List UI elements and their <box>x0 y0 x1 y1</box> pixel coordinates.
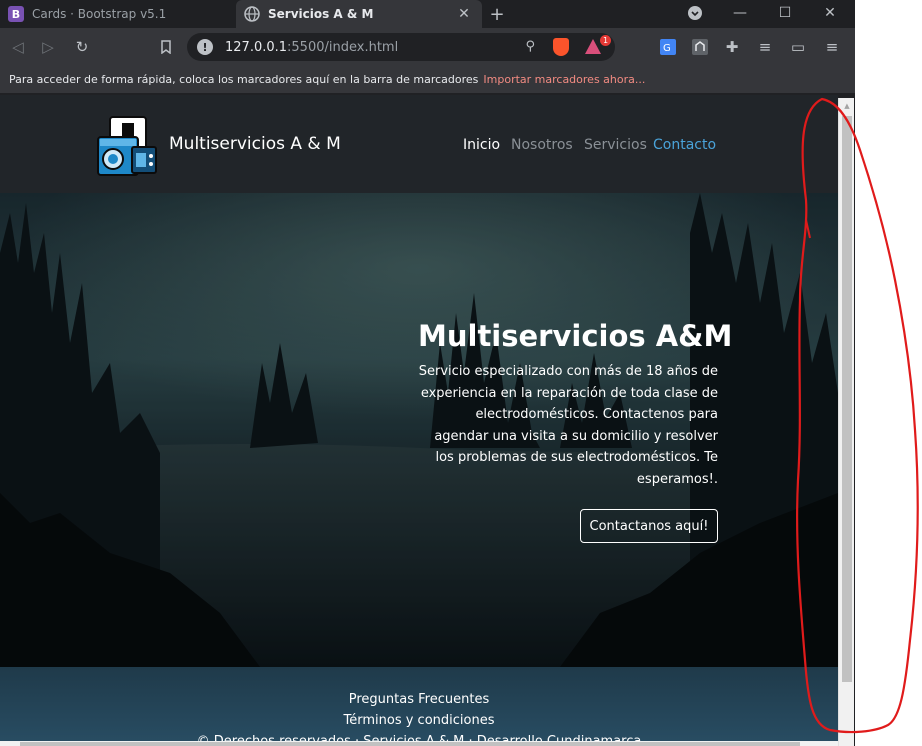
terms-link[interactable]: Términos y condiciones <box>0 713 838 728</box>
back-arrow-icon[interactable]: ◁ <box>8 37 28 57</box>
zoom-icon[interactable]: ⚲ <box>525 39 535 54</box>
close-tab-icon[interactable]: ✕ <box>456 6 472 22</box>
tab-cards-bootstrap[interactable]: B Cards · Bootstrap v5.1 <box>0 0 236 28</box>
maximize-button[interactable]: ☐ <box>765 0 805 26</box>
faq-link[interactable]: Preguntas Frecuentes <box>0 692 838 707</box>
scroll-up-arrow-icon[interactable]: ▲ <box>839 98 855 114</box>
site-navbar: Multiservicios A & M Inicio Nosotros Ser… <box>0 95 838 193</box>
horizontal-scrollbar[interactable] <box>0 741 838 746</box>
bookmarks-message: Para acceder de forma rápida, coloca los… <box>9 73 479 86</box>
wallet-icon[interactable]: ▭ <box>788 37 808 57</box>
hero-title: Multiservicios A&M <box>418 319 733 353</box>
hero-section: Multiservicios A&M Servicio especializad… <box>0 193 838 667</box>
tab-title: Servicios A & M <box>268 7 374 21</box>
bookmarks-bar: Para acceder de forma rápida, coloca los… <box>0 66 855 94</box>
import-bookmarks-link[interactable]: Importar marcadores ahora... <box>483 73 645 86</box>
address-bar[interactable]: ! 127.0.0.1:5500/index.html ⚲ 1 <box>187 33 615 61</box>
site-info-icon[interactable]: ! <box>197 39 213 55</box>
bookmark-icon[interactable] <box>156 37 176 57</box>
media-playlist-icon[interactable]: ≡ <box>755 37 775 57</box>
nav-contacto[interactable]: Contacto <box>653 137 716 153</box>
vertical-scrollbar[interactable]: ▲ <box>838 98 854 746</box>
horizontal-scroll-thumb[interactable] <box>20 742 800 746</box>
forward-arrow-icon[interactable]: ▷ <box>38 37 58 57</box>
brand-name[interactable]: Multiservicios A & M <box>169 134 341 154</box>
translate-extension-icon[interactable]: G <box>658 37 678 57</box>
nav-inicio[interactable]: Inicio <box>463 137 500 153</box>
brave-shields-icon[interactable] <box>553 38 569 56</box>
svg-text:G: G <box>663 43 671 54</box>
minimize-button[interactable]: — <box>720 0 760 26</box>
appliances-logo-icon[interactable] <box>96 115 160 177</box>
menu-icon[interactable]: ≡ <box>822 37 842 57</box>
url-text: 127.0.0.1:5500/index.html <box>225 39 399 55</box>
brave-rewards-icon[interactable] <box>585 39 601 54</box>
rewards-badge: 1 <box>600 35 611 46</box>
reload-icon[interactable]: ↻ <box>72 37 92 57</box>
hero-text-block: Multiservicios A&M Servicio especializad… <box>418 319 733 490</box>
hero-description: Servicio especializado con más de 18 año… <box>418 364 718 487</box>
extensions-puzzle-icon[interactable]: ✚ <box>722 37 742 57</box>
globe-icon <box>244 6 260 22</box>
bootstrap-favicon-icon: B <box>8 6 24 22</box>
browser-window: B Cards · Bootstrap v5.1 Servicios A & M… <box>0 0 855 746</box>
nav-servicios[interactable]: Servicios <box>584 137 647 153</box>
tab-search-button[interactable] <box>675 0 715 26</box>
contact-button[interactable]: Contactanos aquí! <box>580 509 718 543</box>
page-viewport: Multiservicios A & M Inicio Nosotros Ser… <box>0 95 838 746</box>
scroll-thumb[interactable] <box>842 116 852 682</box>
close-window-button[interactable]: ✕ <box>810 0 850 26</box>
extension-icon[interactable] <box>690 37 710 57</box>
tab-servicios[interactable]: Servicios A & M ✕ <box>236 0 482 28</box>
new-tab-button[interactable]: + <box>486 4 508 25</box>
tab-title: Cards · Bootstrap v5.1 <box>32 7 167 21</box>
nav-nosotros[interactable]: Nosotros <box>511 137 573 153</box>
site-footer: Preguntas Frecuentes Términos y condicio… <box>0 667 838 746</box>
browser-toolbar: ◁ ▷ ↻ ! 127.0.0.1:5500/index.html ⚲ 1 G … <box>0 28 855 66</box>
tab-strip: B Cards · Bootstrap v5.1 Servicios A & M… <box>0 0 855 28</box>
